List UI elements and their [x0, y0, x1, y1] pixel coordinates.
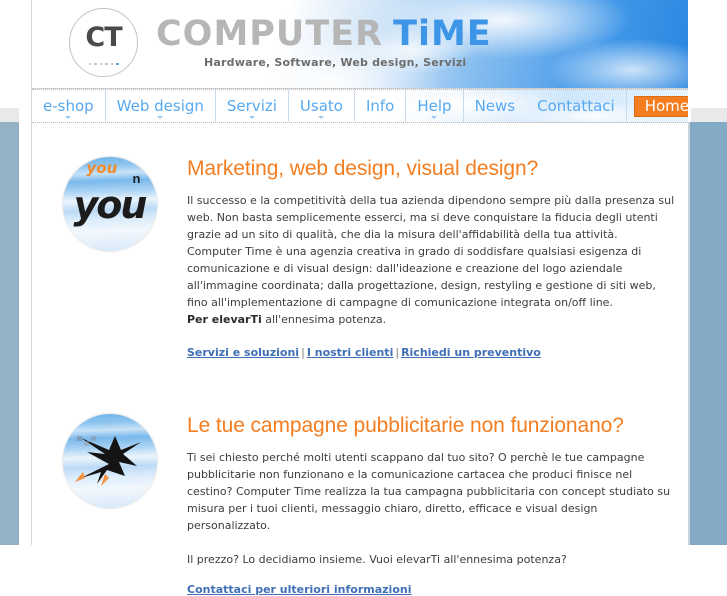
link-separator: | — [301, 346, 305, 359]
nav-item-web-design[interactable]: Web design — [106, 90, 216, 122]
paragraph-part-2: Il prezzo? Lo decidiamo insieme. Vuoi el… — [187, 553, 567, 566]
site-logo[interactable]: CT COMPUTER TiME Hardware, Software, Web … — [69, 8, 492, 77]
frame-left-band — [0, 122, 19, 545]
section-text-column: Marketing, web design, visual design? Il… — [187, 157, 688, 359]
brand-word-computer: COMPUTER — [156, 14, 384, 54]
you-small-text: you — [86, 159, 118, 177]
nav-left-group: e-shop Web design Servizi Usato Info Hel… — [32, 90, 526, 122]
link-richiedi-un-preventivo[interactable]: Richiedi un preventivo — [401, 346, 541, 359]
section-text-column: Le tue campagne pubblicitarie non funzio… — [187, 414, 688, 596]
chevron-down-icon — [431, 116, 438, 119]
paragraph-part-1: Il successo e la competitività della tua… — [187, 194, 675, 241]
page-title: Le tue campagne pubblicitarie non funzio… — [187, 414, 624, 437]
page-title: Marketing, web design, visual design? — [187, 157, 539, 180]
link-i-nostri-clienti[interactable]: I nostri clienti — [307, 346, 394, 359]
chevron-down-icon — [318, 116, 325, 119]
nav-label: Web design — [116, 97, 204, 115]
section-link-row: Servizi e soluzioni | I nostri clienti | Ric… — [187, 346, 678, 359]
nav-item-help[interactable]: Help — [406, 90, 464, 122]
brand-title: COMPUTER TiME — [156, 14, 492, 54]
ct-logo-icon: CT — [69, 8, 138, 77]
nav-item-servizi[interactable]: Servizi — [216, 90, 289, 122]
nav-label: e-shop — [43, 97, 94, 115]
nav-item-contattaci[interactable]: Contattaci — [526, 90, 627, 122]
frame-left-band-top — [0, 108, 19, 122]
nav-label: Usato — [299, 97, 343, 115]
content-section-marketing: you n you Marketing, web design, visual … — [32, 157, 688, 359]
brand-tagline: Hardware, Software, Web design, Servizi — [204, 56, 467, 69]
chevron-down-icon — [65, 116, 72, 119]
section-link-row: Contattaci per ulteriori informazioni — [187, 583, 678, 596]
nav-label: News — [474, 97, 516, 115]
nav-item-home[interactable]: Home — [633, 95, 688, 117]
nav-item-e-shop[interactable]: e-shop — [32, 90, 106, 122]
frame-right-band — [690, 122, 727, 545]
ct-logo-monogram: CT — [85, 22, 122, 53]
nav-label: Servizi — [226, 97, 277, 115]
nav-right-group: Contattaci Home — [526, 90, 688, 122]
section-paragraph: Il successo e la competitività della tua… — [187, 192, 678, 328]
nav-item-info[interactable]: Info — [355, 90, 407, 122]
content-section-campagne: Le tue campagne pubblicitarie non funzio… — [32, 414, 688, 596]
you-n-circle-image: you n you — [62, 157, 157, 251]
paragraph-part-2: Computer Time è una agenzia creativa in … — [187, 245, 656, 309]
chevron-down-icon — [248, 116, 255, 119]
flying-figure-icon — [74, 436, 141, 486]
page-column: CT COMPUTER TiME Hardware, Software, Web … — [31, 0, 688, 596]
link-servizi-e-soluzioni[interactable]: Servizi e soluzioni — [187, 346, 299, 359]
ct-logo-dots — [70, 62, 137, 65]
section-paragraph: Ti sei chiesto perché molti utenti scapp… — [187, 449, 678, 568]
nav-label: Info — [365, 97, 395, 115]
paragraph-bold-lead: Per elevarTi — [187, 313, 262, 326]
nav-label: Help — [417, 97, 452, 115]
nav-item-usato[interactable]: Usato — [289, 90, 355, 122]
chevron-down-icon — [157, 116, 164, 119]
flying-figure-circle-image — [62, 414, 157, 508]
nav-label: Home — [644, 96, 688, 115]
frame-right-band-top — [691, 108, 727, 122]
section-thumbnail-column: you n you — [32, 157, 187, 251]
brand-word-time: TiME — [393, 14, 492, 54]
link-separator: | — [395, 346, 400, 359]
paragraph-part-3: all'ennesima potenza. — [261, 313, 387, 326]
you-big-text: you — [73, 183, 148, 227]
link-contattaci-informazioni[interactable]: Contattaci per ulteriori informazioni — [187, 583, 411, 596]
logo-text-block: COMPUTER TiME Hardware, Software, Web des… — [156, 14, 492, 69]
header-inner: CT COMPUTER TiME Hardware, Software, Web … — [32, 0, 688, 88]
paragraph-part-1: Ti sei chiesto perché molti utenti scapp… — [187, 451, 671, 532]
nav-label: Contattaci — [537, 97, 615, 115]
nav-item-news[interactable]: News — [464, 90, 527, 122]
section-thumbnail-column — [32, 414, 187, 508]
main-content: you n you Marketing, web design, visual … — [32, 157, 688, 596]
site-header: CT COMPUTER TiME Hardware, Software, Web … — [32, 0, 688, 89]
main-navigation: e-shop Web design Servizi Usato Info Hel… — [32, 89, 688, 123]
